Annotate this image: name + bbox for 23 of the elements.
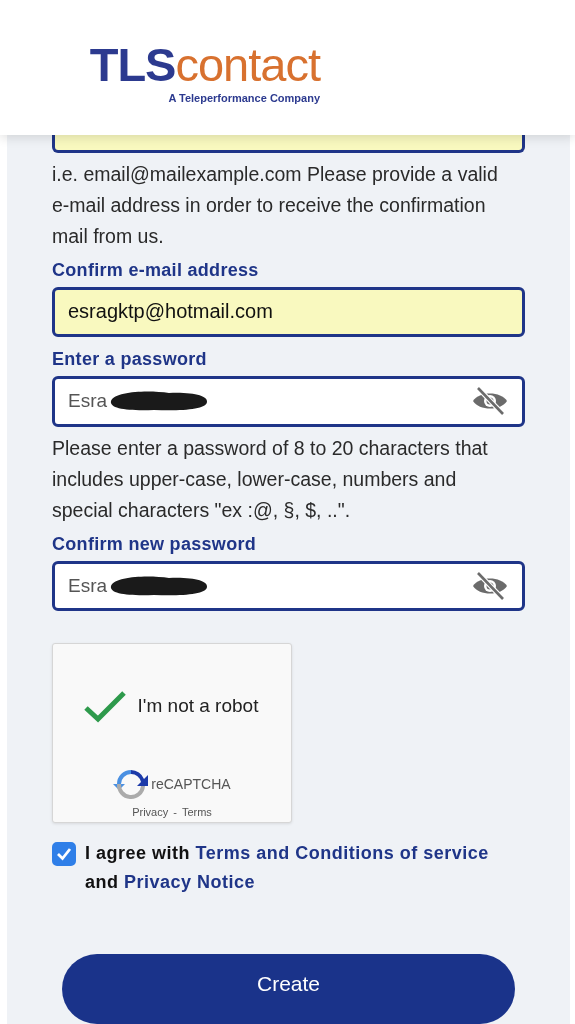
eye-off-icon[interactable] xyxy=(471,571,509,602)
captcha-brand: reCAPTCHA xyxy=(151,776,231,793)
agreement-link[interactable]: Privacy Notice xyxy=(124,872,256,892)
agreement-link[interactable]: Terms and Conditions of service xyxy=(195,843,489,863)
create-button[interactable]: Create xyxy=(62,954,515,1024)
logo-wordmark: TLScontact xyxy=(89,40,320,90)
logo-tagline: A Teleperformance Company xyxy=(168,92,320,104)
agree-checkbox[interactable] xyxy=(52,842,76,866)
captcha-label: I'm not a robot xyxy=(137,695,259,718)
input-field[interactable] xyxy=(52,135,525,153)
help-text: Please enter a password of 8 to 20 characters that includes upper-case, lower-case, numbers and special characters "ex :@, §, $, ..". xyxy=(52,435,489,523)
help-text: i.e. email@mailexample.com Please provide a valid e-mail address in order to receive the confirmation mail from us. xyxy=(52,161,499,249)
agreement-text: I agree with Terms and Conditions of service and Privacy Notice xyxy=(85,842,490,894)
password-field[interactable]: Esra xyxy=(52,376,525,427)
terms-link[interactable]: Terms xyxy=(181,806,212,819)
eye-off-icon[interactable] xyxy=(471,386,509,417)
field-label: Confirm new password xyxy=(52,533,258,555)
field-label: Confirm e-mail address xyxy=(52,259,260,281)
password-field[interactable]: Esra xyxy=(52,560,525,612)
field-label: Enter a password xyxy=(52,349,208,371)
privacy-link[interactable]: Privacy xyxy=(132,806,169,819)
input-field[interactable]: esragktp@hotmail.com xyxy=(52,286,525,338)
link-separator: - xyxy=(173,806,177,819)
